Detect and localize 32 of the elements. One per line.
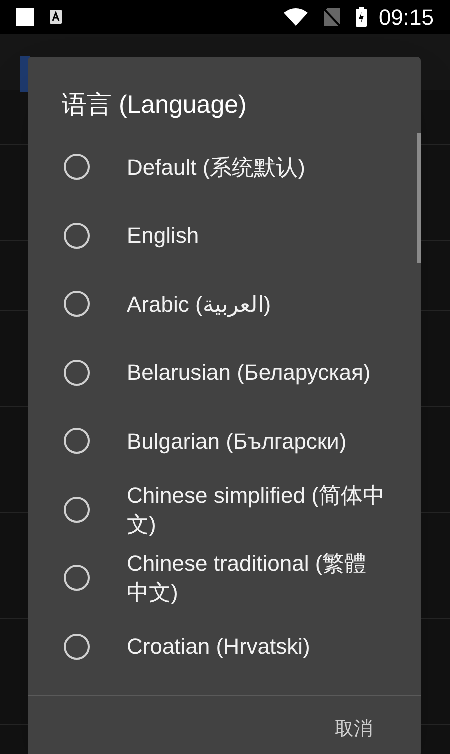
- language-option[interactable]: Default (系统默认): [28, 133, 421, 202]
- radio-button[interactable]: [64, 496, 90, 523]
- language-option[interactable]: Chinese traditional (繁體中文): [28, 544, 421, 612]
- language-option[interactable]: Bulgarian (Български): [28, 407, 421, 476]
- option-label: Croatian (Hrvatski): [127, 633, 312, 662]
- radio-button[interactable]: [64, 222, 90, 249]
- notification-icon: [50, 10, 62, 24]
- language-option[interactable]: Belarusian (Беларуская): [28, 338, 421, 407]
- radio-button[interactable]: [64, 291, 90, 318]
- option-label: Chinese simplified (简体中文): [127, 482, 386, 539]
- option-label: Default (系统默认): [127, 154, 306, 182]
- cancel-button[interactable]: 取消: [327, 716, 381, 744]
- radio-button[interactable]: [64, 360, 90, 386]
- battery-charging-icon: [356, 7, 367, 27]
- radio-button[interactable]: [64, 565, 90, 592]
- no-sim-icon: [324, 8, 340, 26]
- option-label: Bulgarian (Български): [127, 428, 348, 456]
- square-icon: [16, 8, 34, 26]
- option-label: Arabic (العربية): [127, 290, 272, 319]
- language-option[interactable]: English: [28, 202, 421, 270]
- language-option[interactable]: Chinese simplified (简体中文): [28, 476, 421, 544]
- option-label: English: [127, 222, 200, 250]
- dialog-title: 语言 (Language): [61, 90, 248, 121]
- radio-button[interactable]: [64, 634, 90, 660]
- language-option[interactable]: Arabic (العربية): [28, 270, 421, 338]
- wifi-icon: [284, 8, 308, 26]
- radio-button[interactable]: [64, 428, 90, 454]
- option-label: Chinese traditional (繁體中文): [127, 550, 368, 608]
- language-option[interactable]: Croatian (Hrvatski): [28, 612, 421, 681]
- option-label: Belarusian (Беларуская): [127, 359, 372, 388]
- radio-button[interactable]: [64, 154, 90, 180]
- clock: 09:15: [378, 4, 434, 32]
